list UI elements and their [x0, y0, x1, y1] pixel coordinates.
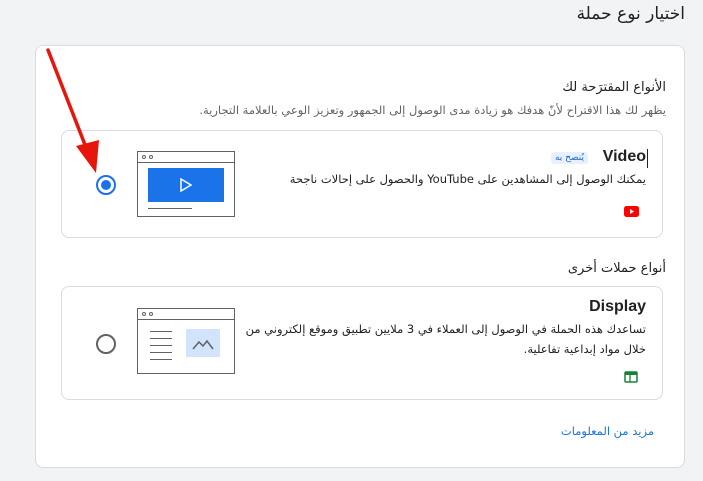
annotation-arrow-icon: [46, 48, 99, 173]
